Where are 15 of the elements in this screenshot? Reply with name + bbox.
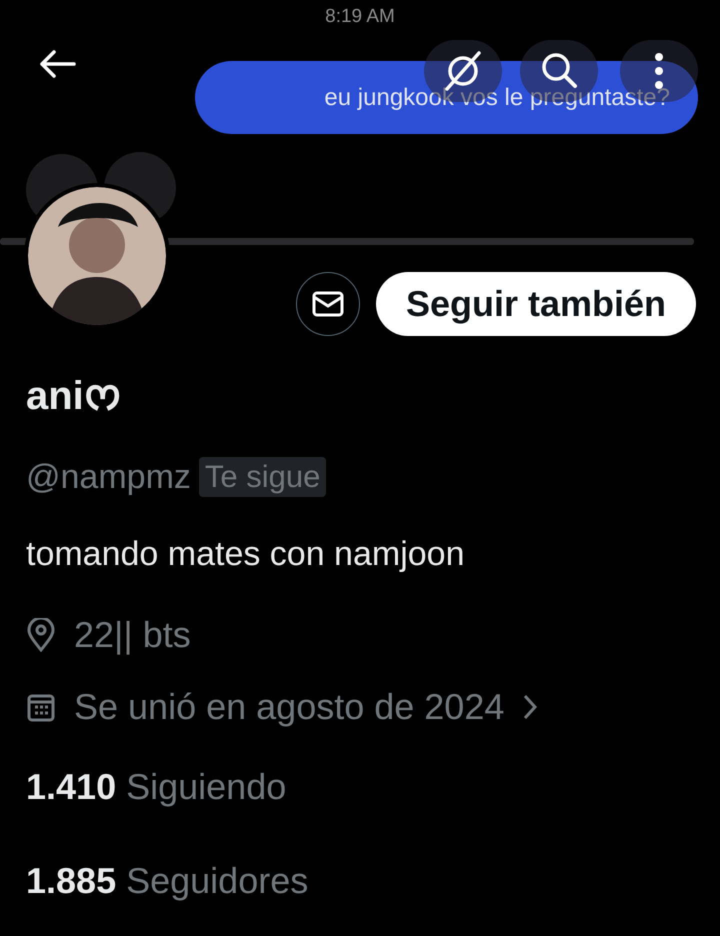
display-name: aniᰔ: [26, 373, 122, 420]
stat-link[interactable]: 1.885 Seguidores: [26, 860, 694, 902]
message-bubble: eu jungkook vos le preguntaste?: [195, 61, 698, 134]
follows-you-badge: Te sigue: [198, 457, 326, 497]
location: 22|| bts: [74, 614, 191, 656]
location-pin-icon: [26, 618, 56, 652]
envelope-icon: [312, 291, 344, 317]
stat-link[interactable]: 1.410 Siguiendo: [26, 766, 694, 808]
join-date: Se unió en agosto de 2024: [74, 686, 504, 728]
back-button[interactable]: [38, 49, 76, 79]
follow-button[interactable]: Seguir también: [376, 272, 696, 336]
chevron-right-icon: [522, 693, 538, 721]
status-time: 8:19 AM: [324, 6, 396, 28]
username: @nampmz: [26, 458, 191, 496]
bio: tomando mates con namjoon: [26, 535, 466, 574]
